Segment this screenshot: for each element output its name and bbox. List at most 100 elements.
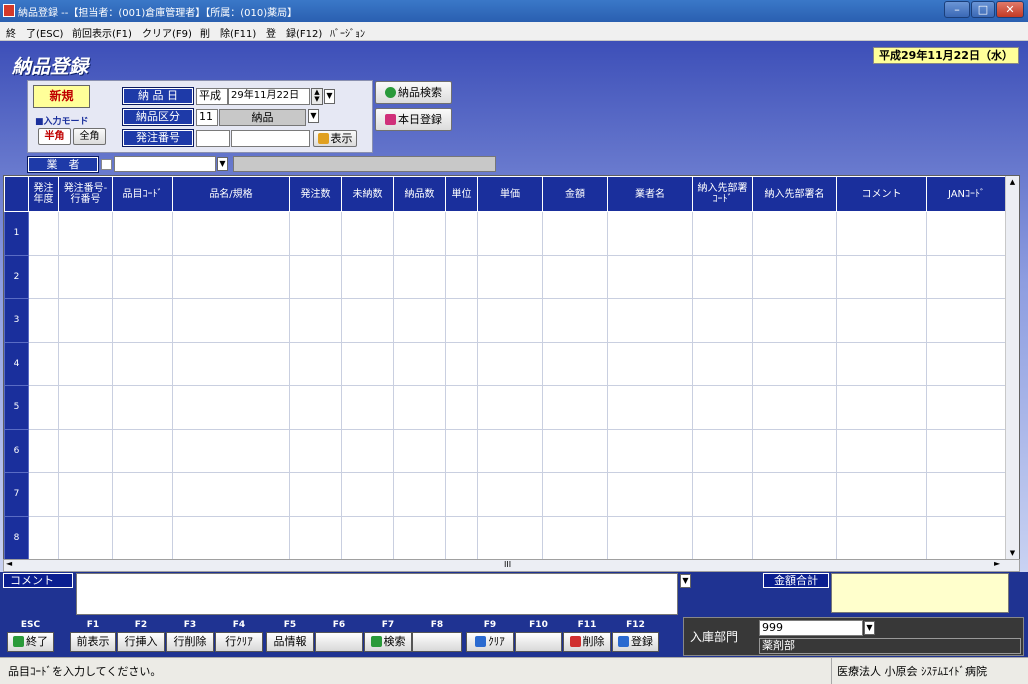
zenkaku-button[interactable]: 全角 xyxy=(73,128,106,145)
grid-cell[interactable] xyxy=(692,515,753,559)
menu-delete[interactable]: 削 除(F11) xyxy=(200,25,256,40)
grid-cell[interactable] xyxy=(692,428,753,473)
order-no-field[interactable] xyxy=(196,130,230,147)
grid-cell[interactable] xyxy=(445,428,478,473)
grid-cell[interactable] xyxy=(926,472,1007,517)
grid-cell[interactable] xyxy=(836,515,927,559)
era-field[interactable]: 平成 xyxy=(196,88,228,105)
grid-cell[interactable] xyxy=(692,211,753,256)
dept-dropdown[interactable]: ▼ xyxy=(864,621,875,635)
grid-cell[interactable] xyxy=(926,385,1007,430)
fkey-button-esc[interactable]: 終了 xyxy=(7,632,54,652)
grid-cell[interactable] xyxy=(341,385,394,430)
grid-cell[interactable] xyxy=(393,211,446,256)
grid-cell[interactable] xyxy=(836,341,927,386)
grid-header-8[interactable]: 単価 xyxy=(477,176,543,212)
grid-cell[interactable] xyxy=(28,428,59,473)
grid-cell[interactable] xyxy=(393,472,446,517)
grid-cell[interactable] xyxy=(289,515,342,559)
grid-header-0[interactable]: 発注 年度 xyxy=(28,176,59,212)
grid-cell[interactable] xyxy=(692,472,753,517)
row-number[interactable]: 7 xyxy=(4,472,29,517)
menu-exit[interactable]: 終 了(ESC) xyxy=(6,25,63,40)
grid-cell[interactable] xyxy=(477,211,543,256)
grid-cell[interactable] xyxy=(836,472,927,517)
grid-cell[interactable] xyxy=(607,428,693,473)
grid-cell[interactable] xyxy=(692,254,753,299)
grid-cell[interactable] xyxy=(926,254,1007,299)
scroll-right-icon[interactable]: ► xyxy=(994,559,1000,568)
fkey-button-f3[interactable]: 行削除 xyxy=(166,632,214,652)
grid-cell[interactable] xyxy=(445,341,478,386)
grid-cell[interactable] xyxy=(172,385,290,430)
grid-cell[interactable] xyxy=(542,254,608,299)
grid-cell[interactable] xyxy=(393,341,446,386)
delivery-type-code[interactable]: 11 xyxy=(196,109,218,126)
menu-prev-display[interactable]: 前回表示(F1) xyxy=(72,25,132,40)
grid-cell[interactable] xyxy=(341,472,394,517)
grid-cell[interactable] xyxy=(58,254,113,299)
show-button[interactable]: 表示 xyxy=(313,130,357,147)
grid-cell[interactable] xyxy=(445,472,478,517)
row-number[interactable]: 2 xyxy=(4,254,29,299)
fkey-button-f1[interactable]: 前表示 xyxy=(70,632,116,652)
grid-cell[interactable] xyxy=(836,428,927,473)
grid-cell[interactable] xyxy=(112,385,173,430)
grid-cell[interactable] xyxy=(289,472,342,517)
delivery-type-dropdown[interactable]: ▼ xyxy=(308,109,319,123)
grid-cell[interactable] xyxy=(28,341,59,386)
grid-cell[interactable] xyxy=(28,515,59,559)
fkey-button-f6[interactable] xyxy=(315,632,363,652)
fkey-button-f4[interactable]: 行ｸﾘｱ xyxy=(215,632,263,652)
fkey-button-f5[interactable]: 品情報 xyxy=(266,632,314,652)
grid-cell[interactable] xyxy=(58,341,113,386)
grid-cell[interactable] xyxy=(28,254,59,299)
grid-cell[interactable] xyxy=(926,298,1007,343)
scroll-down-icon[interactable]: ▼ xyxy=(1006,547,1019,559)
comment-field[interactable] xyxy=(76,573,678,615)
grid-header-3[interactable]: 品名/規格 xyxy=(172,176,290,212)
horizontal-scrollbar[interactable]: ◄ III ► xyxy=(3,559,1020,572)
grid-cell[interactable] xyxy=(752,428,837,473)
grid-cell[interactable] xyxy=(607,385,693,430)
grid-cell[interactable] xyxy=(172,515,290,559)
grid-cell[interactable] xyxy=(341,298,394,343)
grid-cell[interactable] xyxy=(477,428,543,473)
grid-cell[interactable] xyxy=(542,341,608,386)
delivery-search-button[interactable]: 納品検索 xyxy=(375,81,452,104)
scroll-left-icon[interactable]: ◄ xyxy=(6,559,12,568)
grid-cell[interactable] xyxy=(112,515,173,559)
grid-cell[interactable] xyxy=(28,472,59,517)
grid-cell[interactable] xyxy=(477,254,543,299)
grid-cell[interactable] xyxy=(607,515,693,559)
fkey-button-f9[interactable]: ｸﾘｱ xyxy=(466,632,514,652)
grid-header-1[interactable]: 発注番号- 行番号 xyxy=(58,176,113,212)
grid-cell[interactable] xyxy=(926,515,1007,559)
grid-cell[interactable] xyxy=(752,298,837,343)
grid-cell[interactable] xyxy=(393,254,446,299)
scroll-up-icon[interactable]: ▲ xyxy=(1006,176,1019,188)
grid-cell[interactable] xyxy=(341,341,394,386)
grid-cell[interactable] xyxy=(752,211,837,256)
vendor-checkbox[interactable] xyxy=(101,159,112,170)
date-spinner[interactable]: ▲ ▼ xyxy=(311,88,323,105)
grid-cell[interactable] xyxy=(752,385,837,430)
grid-cell[interactable] xyxy=(58,385,113,430)
grid-cell[interactable] xyxy=(112,341,173,386)
grid-cell[interactable] xyxy=(926,341,1007,386)
grid-cell[interactable] xyxy=(289,254,342,299)
grid-cell[interactable] xyxy=(926,211,1007,256)
fkey-button-f7[interactable]: 検索 xyxy=(364,632,412,652)
grid-cell[interactable] xyxy=(542,211,608,256)
grid-cell[interactable] xyxy=(28,385,59,430)
grid-cell[interactable] xyxy=(692,341,753,386)
grid-cell[interactable] xyxy=(28,211,59,256)
grid-cell[interactable] xyxy=(289,211,342,256)
delivery-date-field[interactable]: 29年11月22日 xyxy=(228,88,310,105)
grid-cell[interactable] xyxy=(172,211,290,256)
grid-cell[interactable] xyxy=(172,428,290,473)
row-number[interactable]: 4 xyxy=(4,341,29,386)
date-dropdown-button[interactable]: ▼ xyxy=(324,89,335,104)
menu-register[interactable]: 登 録(F12) xyxy=(266,25,322,40)
grid-cell[interactable] xyxy=(445,385,478,430)
